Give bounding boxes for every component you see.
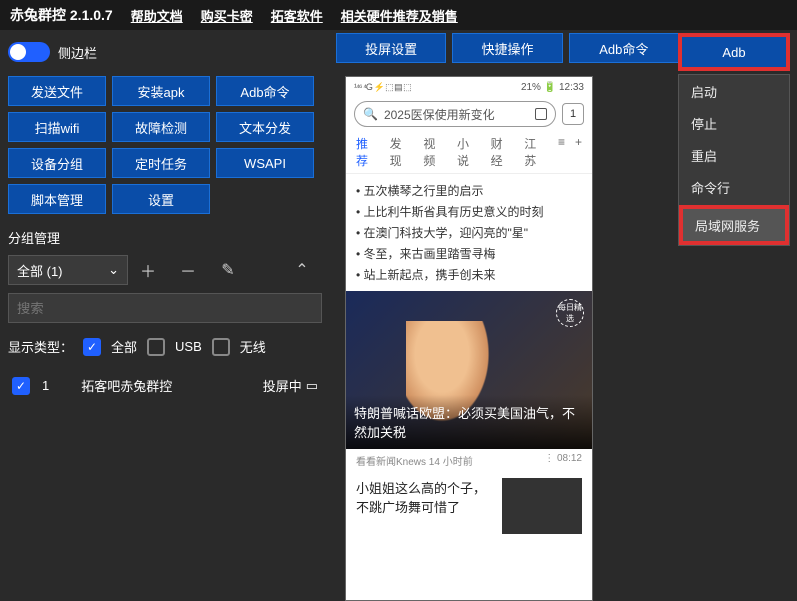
tab-adb[interactable]: Adb bbox=[722, 45, 745, 60]
nav-finance[interactable]: 财经 bbox=[491, 135, 515, 169]
device-group-button[interactable]: 设备分组 bbox=[8, 148, 106, 178]
wsapi-button[interactable]: WSAPI bbox=[216, 148, 314, 178]
nav-add-icon[interactable]: + bbox=[575, 135, 582, 169]
collapse-button[interactable]: ⌃ bbox=[282, 255, 322, 285]
filter-usb-checkbox[interactable] bbox=[147, 338, 165, 356]
status-battery: 21% bbox=[521, 82, 541, 93]
phone-screen[interactable]: ¹⁴⁶ ⁴G ⚡ ⬚ ▤ ⬚ 21% 🔋 12:33 🔍 2025医保使用新变化… bbox=[345, 76, 593, 601]
group-section-label: 分组管理 bbox=[8, 228, 322, 247]
scan-wifi-button[interactable]: 扫描wifi bbox=[8, 112, 106, 142]
headline-item[interactable]: • 五次横琴之行里的启示 bbox=[356, 180, 582, 201]
adb-dropdown: 启动 停止 重启 命令行 局域网服务 bbox=[678, 74, 790, 246]
nav-jiangsu[interactable]: 江苏 bbox=[524, 135, 548, 169]
help-doc-link[interactable]: 帮助文档 bbox=[131, 6, 183, 25]
headline-item[interactable]: • 在澳门科技大学，迎闪亮的"星" bbox=[356, 222, 582, 243]
second-news-thumb bbox=[502, 478, 582, 534]
device-checkbox[interactable] bbox=[12, 377, 30, 395]
sidebar-toggle-label: 侧边栏 bbox=[58, 43, 97, 62]
app-title: 赤兔群控 2.1.0.7 bbox=[10, 5, 113, 25]
dd-restart[interactable]: 重启 bbox=[679, 139, 789, 171]
dd-cmdline[interactable]: 命令行 bbox=[679, 171, 789, 203]
tab-quick-ops[interactable]: 快捷操作 bbox=[452, 33, 562, 63]
device-status: 投屏中 bbox=[263, 376, 302, 395]
chevron-down-icon: ⌄ bbox=[108, 262, 119, 278]
phone-badge[interactable]: 1 bbox=[562, 103, 584, 125]
filter-wireless-checkbox[interactable] bbox=[212, 338, 230, 356]
filter-all-checkbox[interactable] bbox=[83, 338, 101, 356]
nav-recommend[interactable]: 推荐 bbox=[356, 135, 380, 169]
dd-start[interactable]: 启动 bbox=[679, 75, 789, 107]
daily-stamp: 每日精选 bbox=[556, 299, 584, 327]
camera-icon[interactable] bbox=[535, 108, 547, 120]
hardware-link[interactable]: 相关硬件推荐及销售 bbox=[341, 6, 458, 25]
headline-item[interactable]: • 上比利牛斯省具有历史意义的时刻 bbox=[356, 201, 582, 222]
group-select-label: 全部 (1) bbox=[17, 261, 63, 280]
device-index: 1 bbox=[42, 378, 49, 393]
settings-button[interactable]: 设置 bbox=[112, 184, 210, 214]
add-group-button[interactable]: ＋ bbox=[128, 255, 168, 285]
news-meta-right: ⋮ 08:12 bbox=[544, 453, 582, 468]
phone-search[interactable]: 🔍 2025医保使用新变化 bbox=[354, 101, 556, 127]
filter-wireless-label: 无线 bbox=[240, 337, 266, 356]
tab-cast-settings[interactable]: 投屏设置 bbox=[336, 33, 446, 63]
install-apk-button[interactable]: 安装apk bbox=[112, 76, 210, 106]
cast-icon: ▭ bbox=[306, 378, 318, 394]
second-news-title: 小姐姐这么高的个子，不跳广场舞可惜了 bbox=[356, 478, 494, 534]
news-meta: 看看新闻Knews 14 小时前 bbox=[356, 453, 473, 468]
dd-stop[interactable]: 停止 bbox=[679, 107, 789, 139]
filter-all-label: 全部 bbox=[111, 337, 137, 356]
remove-group-button[interactable]: － bbox=[168, 255, 208, 285]
nav-novel[interactable]: 小说 bbox=[457, 135, 481, 169]
device-name: 拓客吧赤兔群控 bbox=[81, 376, 172, 395]
fault-detect-button[interactable]: 故障检测 bbox=[112, 112, 210, 142]
nav-video[interactable]: 视频 bbox=[423, 135, 447, 169]
buy-link[interactable]: 购买卡密 bbox=[201, 6, 253, 25]
phone-search-text: 2025医保使用新变化 bbox=[384, 106, 495, 123]
nav-discover[interactable]: 发现 bbox=[390, 135, 414, 169]
status-signal: ¹⁴⁶ ⁴G ⚡ ⬚ ▤ ⬚ bbox=[354, 82, 411, 93]
status-time: 12:33 bbox=[559, 82, 584, 93]
second-news[interactable]: 小姐姐这么高的个子，不跳广场舞可惜了 bbox=[346, 472, 592, 540]
display-type-label: 显示类型： bbox=[8, 337, 73, 356]
dd-lan-service[interactable]: 局域网服务 bbox=[683, 209, 785, 241]
device-row[interactable]: 1 拓客吧赤兔群控 投屏中 ▭ bbox=[8, 370, 322, 401]
text-dispatch-button[interactable]: 文本分发 bbox=[216, 112, 314, 142]
send-file-button[interactable]: 发送文件 bbox=[8, 76, 106, 106]
nav-more-icon[interactable]: ≡ bbox=[558, 135, 565, 169]
edit-group-button[interactable]: ✎ bbox=[208, 255, 248, 285]
headlines-list: • 五次横琴之行里的启示 • 上比利牛斯省具有历史意义的时刻 • 在澳门科技大学… bbox=[346, 174, 592, 291]
news-image[interactable]: 每日精选 特朗普喊话欧盟：必须买美国油气，不然加关税 bbox=[346, 291, 592, 449]
tool-link[interactable]: 拓客软件 bbox=[271, 6, 323, 25]
news-caption: 特朗普喊话欧盟：必须买美国油气，不然加关税 bbox=[346, 395, 592, 449]
headline-item[interactable]: • 站上新起点，携手创未来 bbox=[356, 264, 582, 285]
group-select[interactable]: 全部 (1) ⌄ bbox=[8, 255, 128, 285]
adb-tab-highlight: Adb bbox=[678, 33, 790, 71]
script-mgmt-button[interactable]: 脚本管理 bbox=[8, 184, 106, 214]
sidebar-toggle[interactable] bbox=[8, 42, 50, 62]
schedule-button[interactable]: 定时任务 bbox=[112, 148, 210, 178]
filter-usb-label: USB bbox=[175, 339, 202, 354]
search-input[interactable] bbox=[8, 293, 322, 323]
tab-adb-cmd[interactable]: Adb命令 bbox=[569, 33, 679, 63]
search-icon: 🔍 bbox=[363, 107, 378, 121]
adb-cmd-button[interactable]: Adb命令 bbox=[216, 76, 314, 106]
headline-item[interactable]: • 冬至，来古画里踏雪寻梅 bbox=[356, 243, 582, 264]
dd-lan-highlight: 局域网服务 bbox=[679, 205, 789, 245]
